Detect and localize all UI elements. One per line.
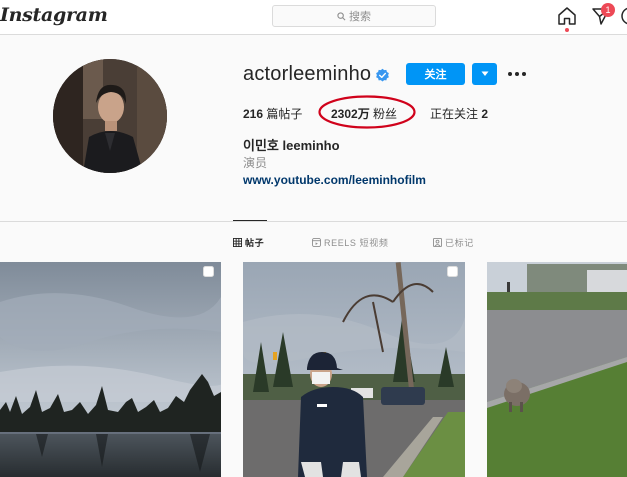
search-placeholder: 搜索: [349, 11, 371, 23]
reels-icon: [312, 238, 321, 247]
notification-badge: 1: [601, 3, 615, 17]
home-icon[interactable]: [557, 6, 577, 26]
following-count: 2: [481, 107, 489, 121]
profile-category: 演员: [243, 156, 268, 170]
posts-count: 216: [243, 107, 264, 121]
verified-badge-icon: [376, 68, 389, 82]
instagram-logo[interactable]: Instagram: [0, 4, 108, 26]
following-label: 正在关注: [430, 107, 482, 121]
tab-posts-label: 帖子: [245, 238, 265, 248]
red-circle-annotation: [318, 95, 416, 129]
posts-label: 篇帖子: [263, 107, 303, 121]
suggested-accounts-button[interactable]: [472, 63, 497, 85]
following-stat-link[interactable]: 正在关注 2: [430, 105, 488, 122]
follow-button[interactable]: 关注: [406, 63, 465, 85]
top-nav-bar: Instagram 搜索 1: [0, 0, 627, 35]
more-dot: [522, 72, 526, 76]
home-active-dot: [565, 28, 569, 32]
tagged-icon: [433, 238, 442, 247]
search-icon: [337, 11, 346, 20]
tab-posts[interactable]: 帖子: [233, 236, 264, 249]
tab-reels-label: REELS 短视频: [324, 238, 389, 248]
multiple-photos-icon: [447, 266, 458, 277]
profile-username: actorleeminho: [243, 63, 372, 85]
avatar-photo: [53, 59, 167, 173]
more-options-button[interactable]: [507, 65, 527, 83]
post-thumbnail[interactable]: [487, 262, 627, 477]
post-image-dog: [487, 262, 627, 477]
instagram-profile-page: Instagram 搜索 1 actorleeminho 关注 216 篇帖子 …: [0, 0, 627, 477]
post-image-street: [243, 262, 465, 477]
compass-icon[interactable]: [620, 6, 627, 26]
chevron-down-icon: [481, 71, 488, 76]
active-tab-indicator: [233, 220, 267, 221]
posts-count-stat: 216 篇帖子: [243, 105, 302, 122]
tab-tagged-label: 已标记: [445, 238, 474, 248]
more-dot: [515, 72, 519, 76]
tab-reels[interactable]: REELS 短视频: [312, 236, 388, 249]
post-thumbnail[interactable]: [0, 262, 221, 477]
tab-divider: [0, 221, 627, 222]
post-thumbnail[interactable]: [243, 262, 465, 477]
profile-website-link[interactable]: www.youtube.com/leeminhofilm: [243, 173, 426, 187]
more-dot: [508, 72, 512, 76]
grid-icon: [233, 238, 242, 247]
profile-avatar[interactable]: [53, 59, 167, 173]
post-image-lake: [0, 262, 221, 477]
profile-full-name: 이민호 leeminho: [243, 138, 340, 153]
search-input[interactable]: 搜索: [272, 5, 436, 27]
multiple-photos-icon: [203, 266, 214, 277]
tab-tagged[interactable]: 已标记: [433, 236, 474, 249]
